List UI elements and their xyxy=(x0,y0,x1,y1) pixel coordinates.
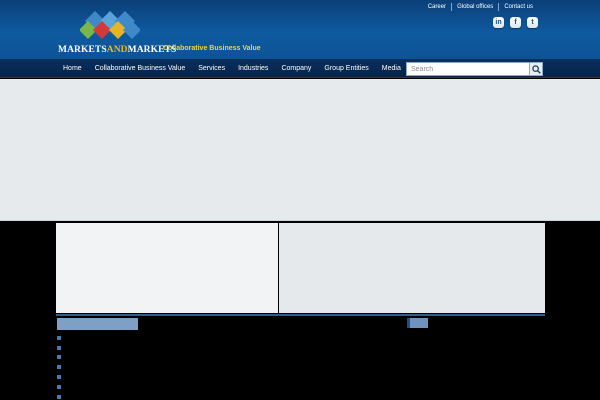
nav-item-home[interactable]: Home xyxy=(63,65,82,72)
bullet-icon xyxy=(57,345,61,350)
bullet-icon xyxy=(57,365,61,370)
news-section-title xyxy=(57,318,139,330)
list-item[interactable] xyxy=(57,392,397,400)
nav-item-collaborative-business-value[interactable]: Collaborative Business Value xyxy=(95,65,186,72)
feature-panel-left xyxy=(56,223,278,313)
feature-panel-right xyxy=(279,223,545,313)
hero-banner xyxy=(0,79,600,221)
contact-us-link[interactable]: Contact us xyxy=(498,3,538,11)
nav-item-company[interactable]: Company xyxy=(281,65,311,72)
nav-item-industries[interactable]: Industries xyxy=(238,65,268,72)
twitter-icon[interactable]: t xyxy=(527,17,538,28)
social-links: in f t xyxy=(493,17,538,28)
utility-links: Career Global offices Contact us xyxy=(423,3,538,11)
bullet-icon xyxy=(57,335,61,340)
bullet-icon xyxy=(57,384,61,389)
list-item[interactable] xyxy=(57,353,397,363)
list-item[interactable] xyxy=(57,382,397,392)
news-list xyxy=(57,333,397,400)
list-item[interactable] xyxy=(57,362,397,372)
search-icon xyxy=(531,64,541,74)
search-box xyxy=(406,62,543,76)
logo-diamonds-icon xyxy=(80,11,140,39)
linkedin-icon[interactable]: in xyxy=(493,17,504,28)
bullet-icon xyxy=(57,394,61,399)
global-offices-link[interactable]: Global offices xyxy=(451,3,498,11)
facebook-icon[interactable]: f xyxy=(510,17,521,28)
section-divider xyxy=(56,314,545,316)
site-header: MARKETSANDMARKETS Collaborative Business… xyxy=(0,0,600,59)
nav-item-group-entities[interactable]: Group Entities xyxy=(324,65,368,72)
bullet-icon xyxy=(57,375,61,380)
list-item[interactable] xyxy=(57,333,397,343)
sidebar-section-title xyxy=(407,318,428,328)
career-link[interactable]: Career xyxy=(423,3,451,11)
brand-logo[interactable]: MARKETSANDMARKETS Collaborative Business… xyxy=(56,9,276,57)
nav-item-media[interactable]: Media xyxy=(382,65,401,72)
bullet-icon xyxy=(57,355,61,360)
brand-name: MARKETSANDMARKETS xyxy=(58,45,177,55)
list-item[interactable] xyxy=(57,372,397,382)
search-input[interactable] xyxy=(407,63,529,75)
brand-tagline: Collaborative Business Value xyxy=(163,45,261,52)
nav-item-services[interactable]: Services xyxy=(198,65,225,72)
search-button[interactable] xyxy=(529,63,542,75)
list-item[interactable] xyxy=(57,343,397,353)
